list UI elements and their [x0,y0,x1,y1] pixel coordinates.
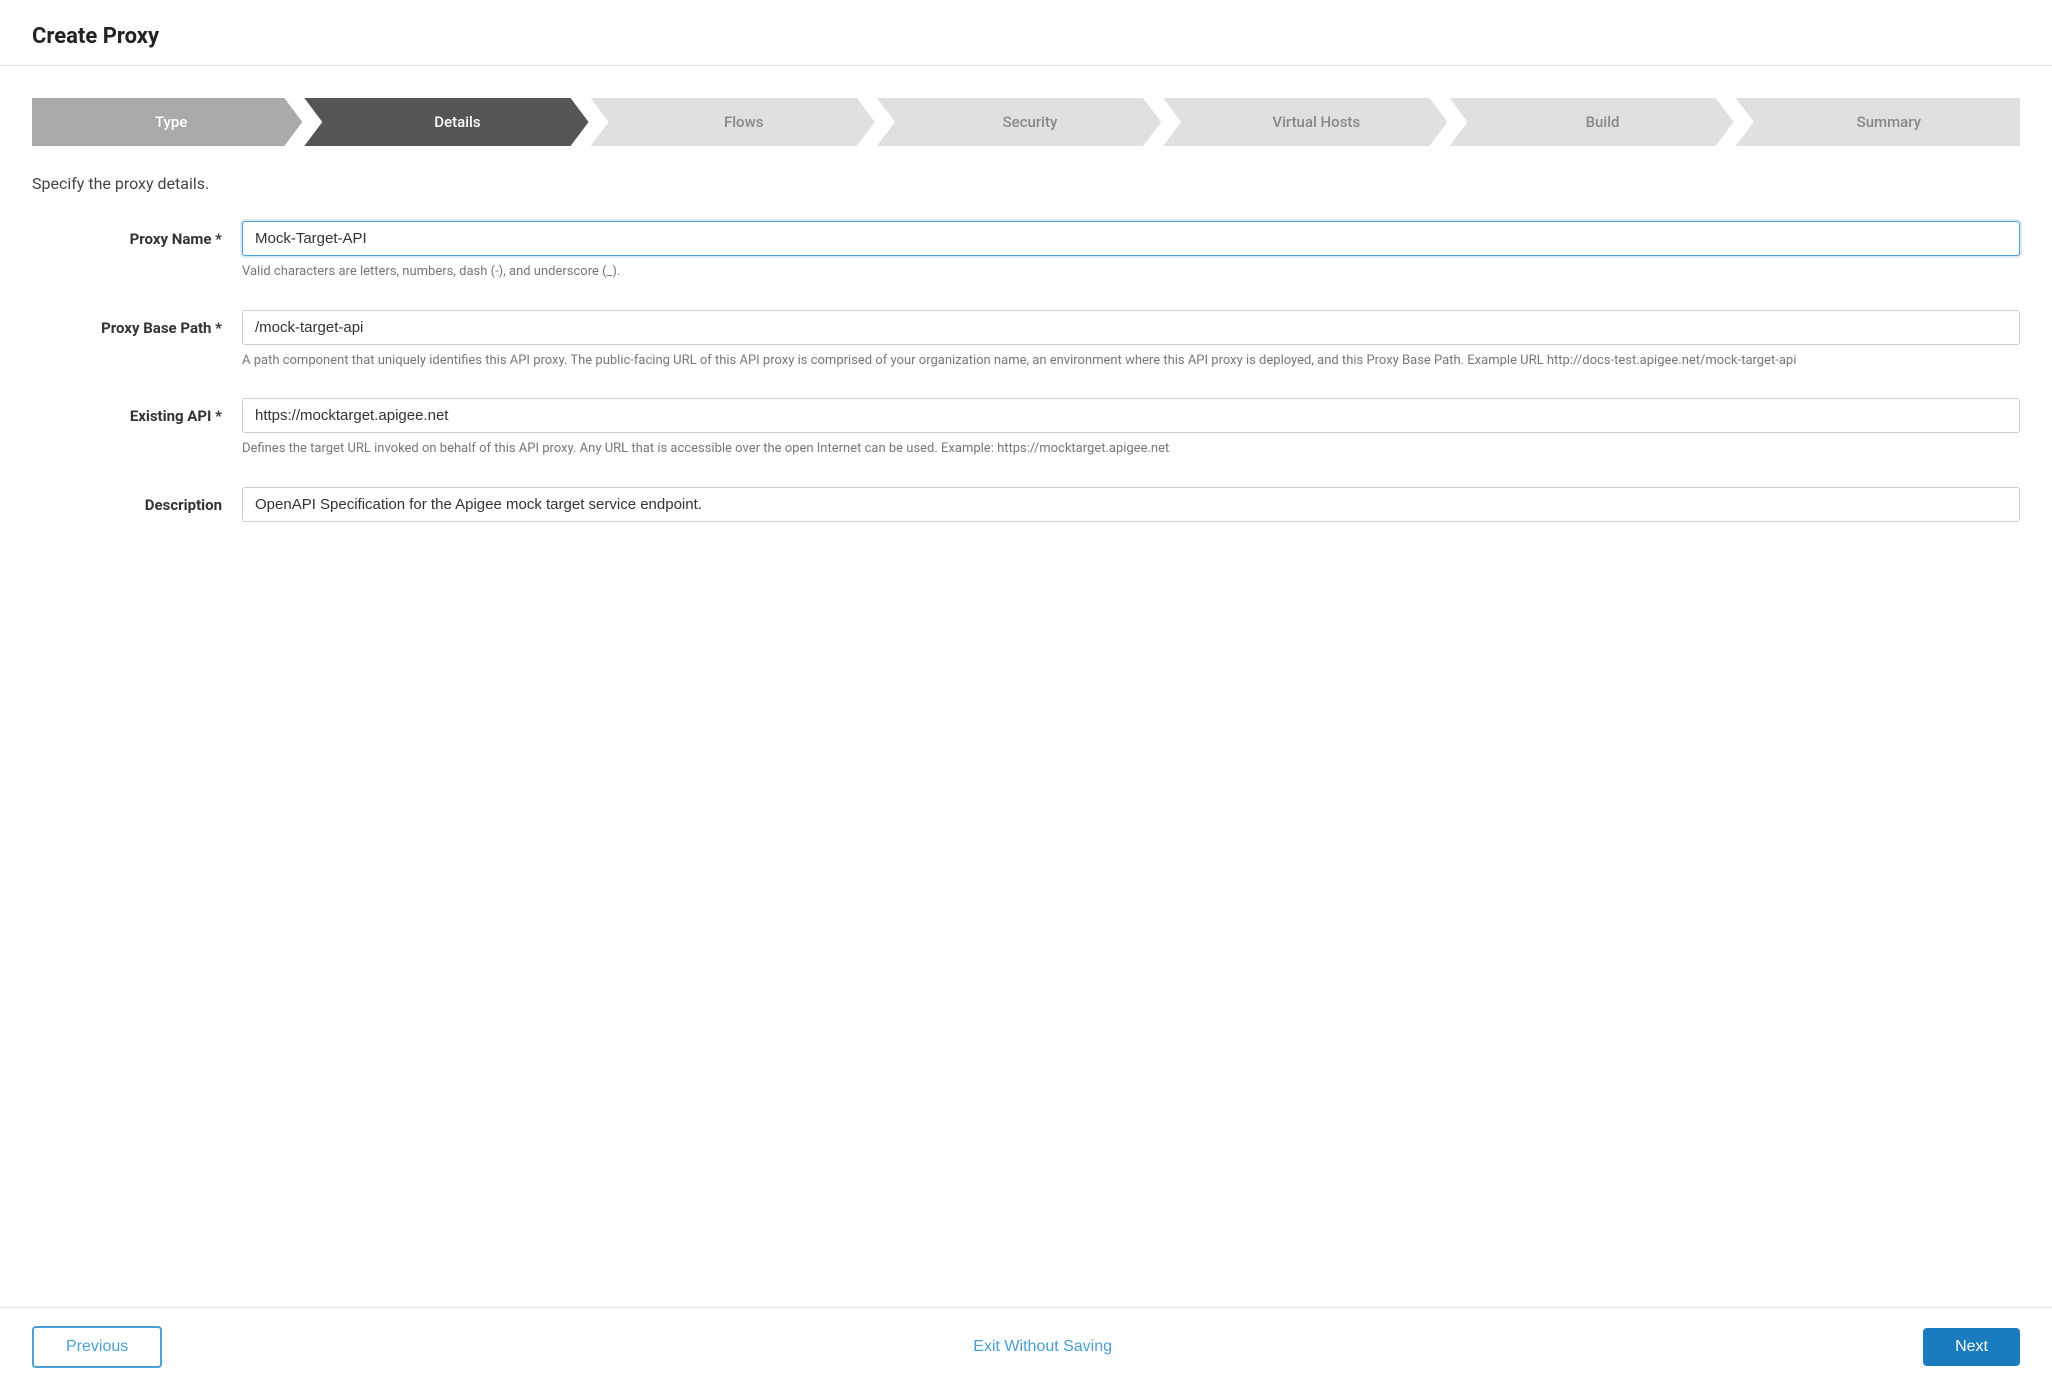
step-details[interactable]: Details [304,98,588,146]
description-field-wrapper [242,487,2020,522]
step-build[interactable]: Build [1449,98,1733,146]
proxy-name-input[interactable] [242,221,2020,256]
existing-api-label: Existing API * [32,398,242,425]
existing-api-hint: Defines the target URL invoked on behalf… [242,439,2020,459]
step-virtual-hosts[interactable]: Virtual Hosts [1163,98,1447,146]
description-row: Description [32,487,2020,522]
proxy-name-label: Proxy Name * [32,221,242,248]
proxy-base-path-label: Proxy Base Path * [32,310,242,337]
proxy-name-row: Proxy Name * Valid characters are letter… [32,221,2020,282]
step-summary[interactable]: Summary [1736,98,2020,146]
step-flows[interactable]: Flows [591,98,875,146]
form-container: Proxy Name * Valid characters are letter… [32,221,2020,522]
existing-api-input[interactable] [242,398,2020,433]
step-type-label: Type [155,113,187,131]
proxy-base-path-field-wrapper: A path component that uniquely identifie… [242,310,2020,371]
step-security-label: Security [1003,113,1058,131]
proxy-name-field-wrapper: Valid characters are letters, numbers, d… [242,221,2020,282]
next-button[interactable]: Next [1923,1328,2020,1366]
step-details-label: Details [434,113,480,131]
step-virtual-hosts-label: Virtual Hosts [1272,113,1360,131]
existing-api-row: Existing API * Defines the target URL in… [32,398,2020,459]
proxy-base-path-input[interactable] [242,310,2020,345]
step-flows-label: Flows [724,113,763,131]
description-input[interactable] [242,487,2020,522]
proxy-base-path-hint: A path component that uniquely identifie… [242,351,2020,371]
proxy-name-hint: Valid characters are letters, numbers, d… [242,262,2020,282]
step-summary-label: Summary [1857,113,1921,131]
step-security[interactable]: Security [877,98,1161,146]
main-content: Type Details Flows Security Virtual Host… [0,66,2052,1307]
page-title: Create Proxy [32,24,2020,49]
description-label: Description [32,487,242,514]
footer: Previous Exit Without Saving Next [0,1307,2052,1386]
existing-api-field-wrapper: Defines the target URL invoked on behalf… [242,398,2020,459]
page-wrapper: Create Proxy Type Details Flows Security… [0,0,2052,1386]
header: Create Proxy [0,0,2052,66]
section-description: Specify the proxy details. [32,174,2020,193]
step-type[interactable]: Type [32,98,302,146]
stepper: Type Details Flows Security Virtual Host… [32,98,2020,146]
proxy-base-path-row: Proxy Base Path * A path component that … [32,310,2020,371]
step-build-label: Build [1586,113,1620,131]
exit-without-saving-button[interactable]: Exit Without Saving [973,1338,1112,1356]
previous-button[interactable]: Previous [32,1326,162,1368]
